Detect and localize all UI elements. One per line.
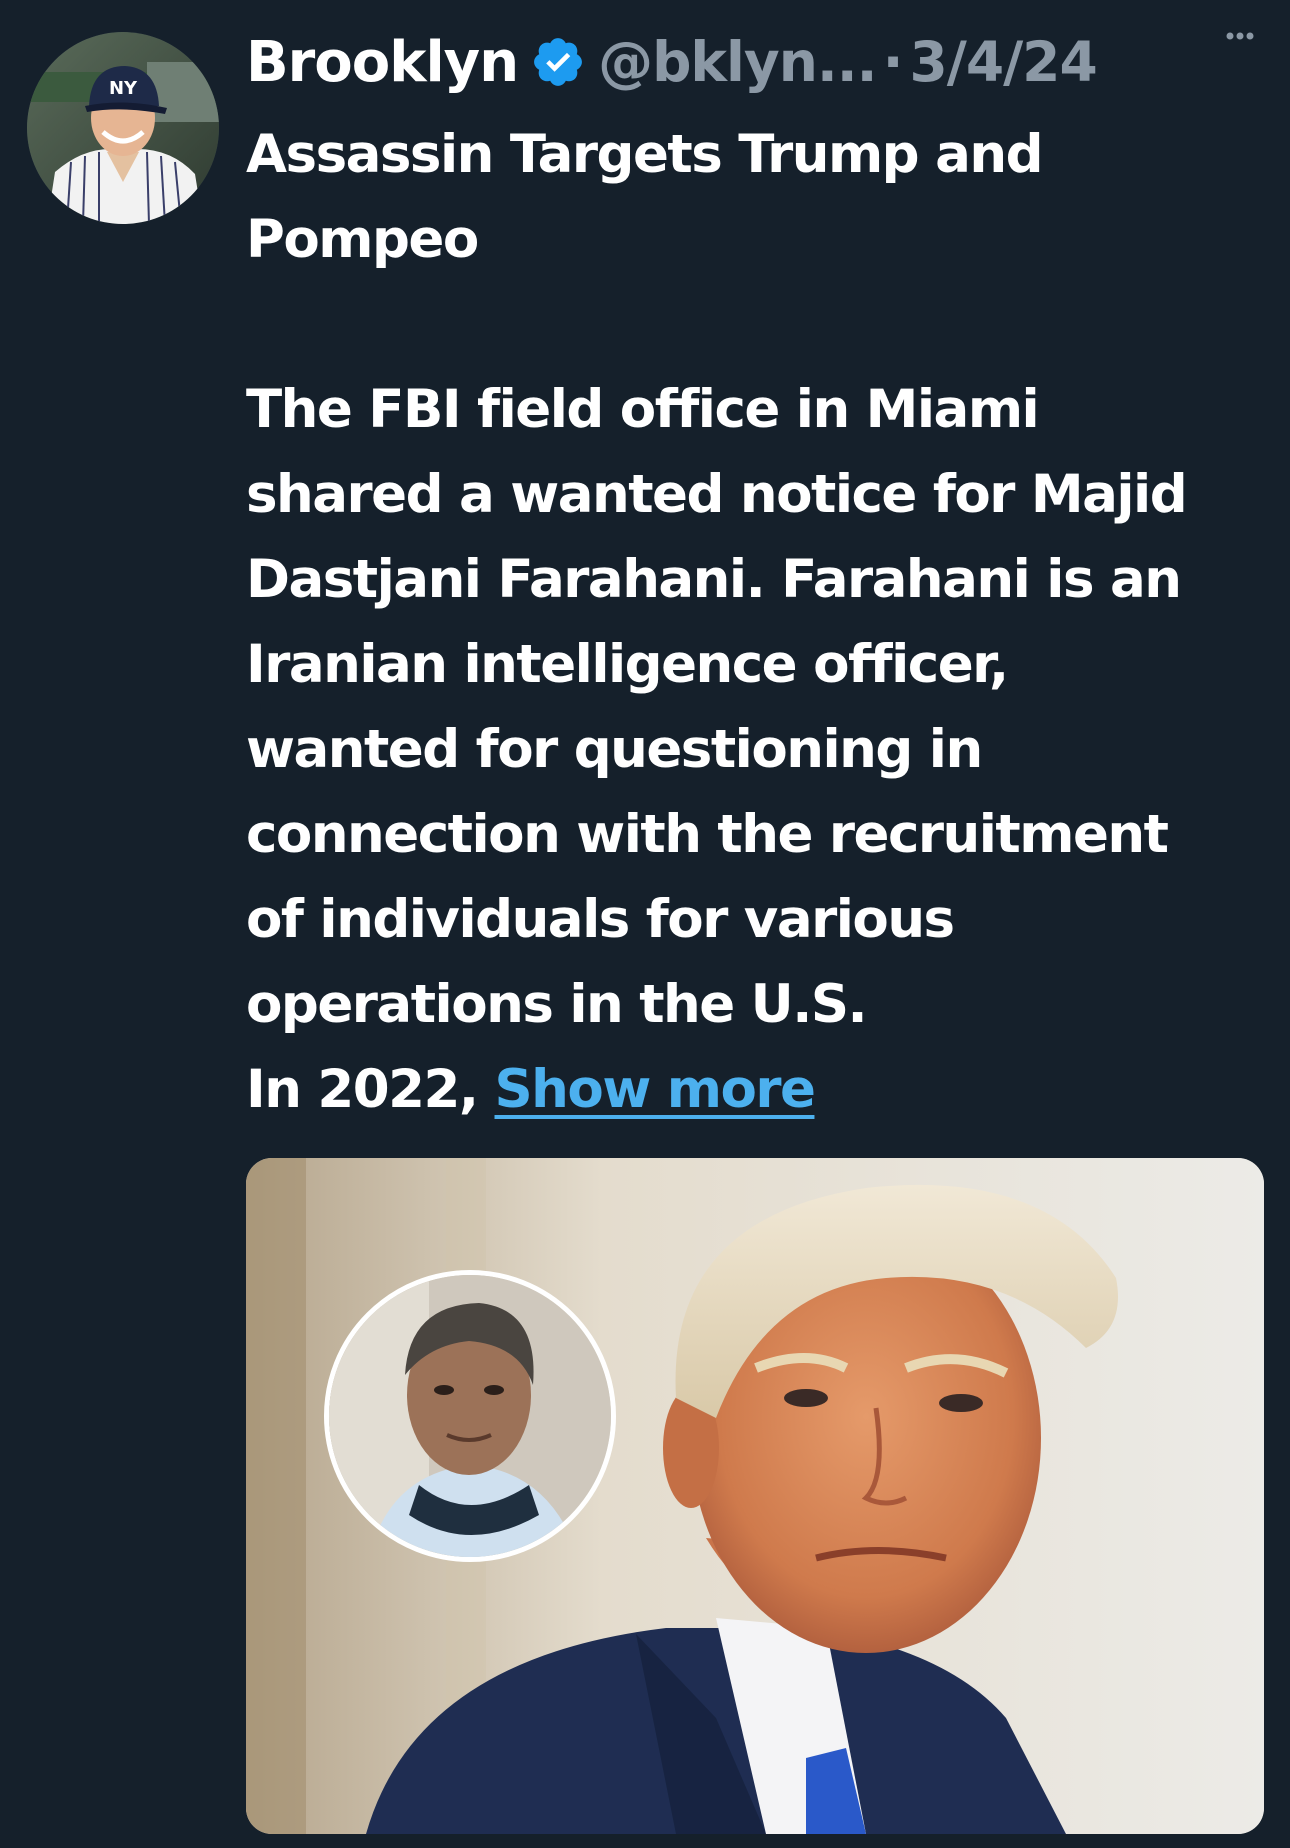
tweet-header: Brooklyn @bklyn... · 3/4/24 xyxy=(246,22,1276,102)
show-more-link[interactable]: Show more xyxy=(495,1059,816,1120)
tweet-date[interactable]: 3/4/24 xyxy=(909,30,1097,94)
tweet-line: connection with the recruitment xyxy=(246,804,1169,865)
tweet-media-image[interactable] xyxy=(246,1158,1264,1834)
tweet-text: Assassin Targets Trump and Pompeo The FB… xyxy=(246,112,1276,1132)
verified-badge-icon[interactable] xyxy=(530,34,586,90)
inset-portrait xyxy=(324,1270,616,1562)
tweet-line-break xyxy=(246,282,1276,367)
tweet-line: Dastjani Farahani. Farahani is an xyxy=(246,549,1182,610)
tweet-line: operations in the U.S. xyxy=(246,974,868,1035)
tweet-line: Pompeo xyxy=(246,209,479,270)
more-horizontal-icon[interactable] xyxy=(1210,14,1270,54)
tweet-line: shared a wanted notice for Majid xyxy=(246,464,1188,525)
tweet-line-prefix: In 2022, xyxy=(246,1059,495,1120)
tweet-last-line: In 2022, Show more xyxy=(246,1047,1276,1132)
avatar[interactable]: NY xyxy=(27,32,219,224)
separator-dot: · xyxy=(882,30,904,94)
svg-text:NY: NY xyxy=(109,78,138,99)
display-name[interactable]: Brooklyn xyxy=(246,30,519,95)
inset-portrait-image xyxy=(329,1275,611,1557)
user-handle[interactable]: @bklyn... xyxy=(598,30,877,94)
tweet-line: The FBI field office in Miami xyxy=(246,379,1040,440)
tweet-line: Assassin Targets Trump and xyxy=(246,124,1044,185)
tweet-line: Iranian intelligence officer, xyxy=(246,634,1009,695)
tweet-line: of individuals for various xyxy=(246,889,955,950)
avatar-image: NY xyxy=(27,32,219,224)
tweet-line: wanted for questioning in xyxy=(246,719,983,780)
